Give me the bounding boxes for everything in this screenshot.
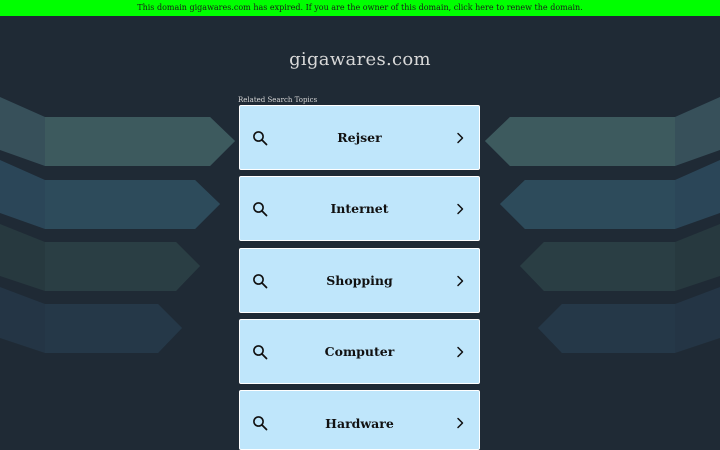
parked-domain-page: This domain gigawares.com has expired. I… bbox=[0, 0, 720, 450]
related-search-item-internet[interactable]: Internet bbox=[239, 176, 480, 241]
chevron-right-icon bbox=[457, 275, 464, 286]
chevron-right-icon bbox=[457, 132, 464, 143]
expired-domain-banner[interactable]: This domain gigawares.com has expired. I… bbox=[0, 0, 720, 16]
related-search-item-hardware[interactable]: Hardware bbox=[239, 390, 480, 450]
expired-domain-banner-text[interactable]: This domain gigawares.com has expired. I… bbox=[137, 3, 583, 12]
related-search-item-label: Hardware bbox=[325, 416, 394, 431]
related-search-item-label: Computer bbox=[324, 344, 395, 359]
related-search-item-shopping[interactable]: Shopping bbox=[239, 248, 480, 313]
chevron-right-icon bbox=[457, 346, 464, 357]
related-search-item-computer[interactable]: Computer bbox=[239, 319, 480, 384]
related-search-item-label: Internet bbox=[330, 201, 389, 216]
chevron-right-icon bbox=[457, 417, 464, 429]
related-search-label: Related Search Topics bbox=[238, 96, 318, 104]
related-search-item-label: Shopping bbox=[326, 273, 393, 288]
related-search-item-rejser[interactable]: Rejser bbox=[239, 105, 480, 170]
page-title: gigawares.com bbox=[289, 49, 431, 70]
chevron-right-icon bbox=[457, 203, 464, 214]
left-arrow-bands bbox=[0, 97, 235, 353]
right-arrow-bands bbox=[485, 97, 720, 353]
related-search-item-label: Rejser bbox=[337, 130, 382, 145]
